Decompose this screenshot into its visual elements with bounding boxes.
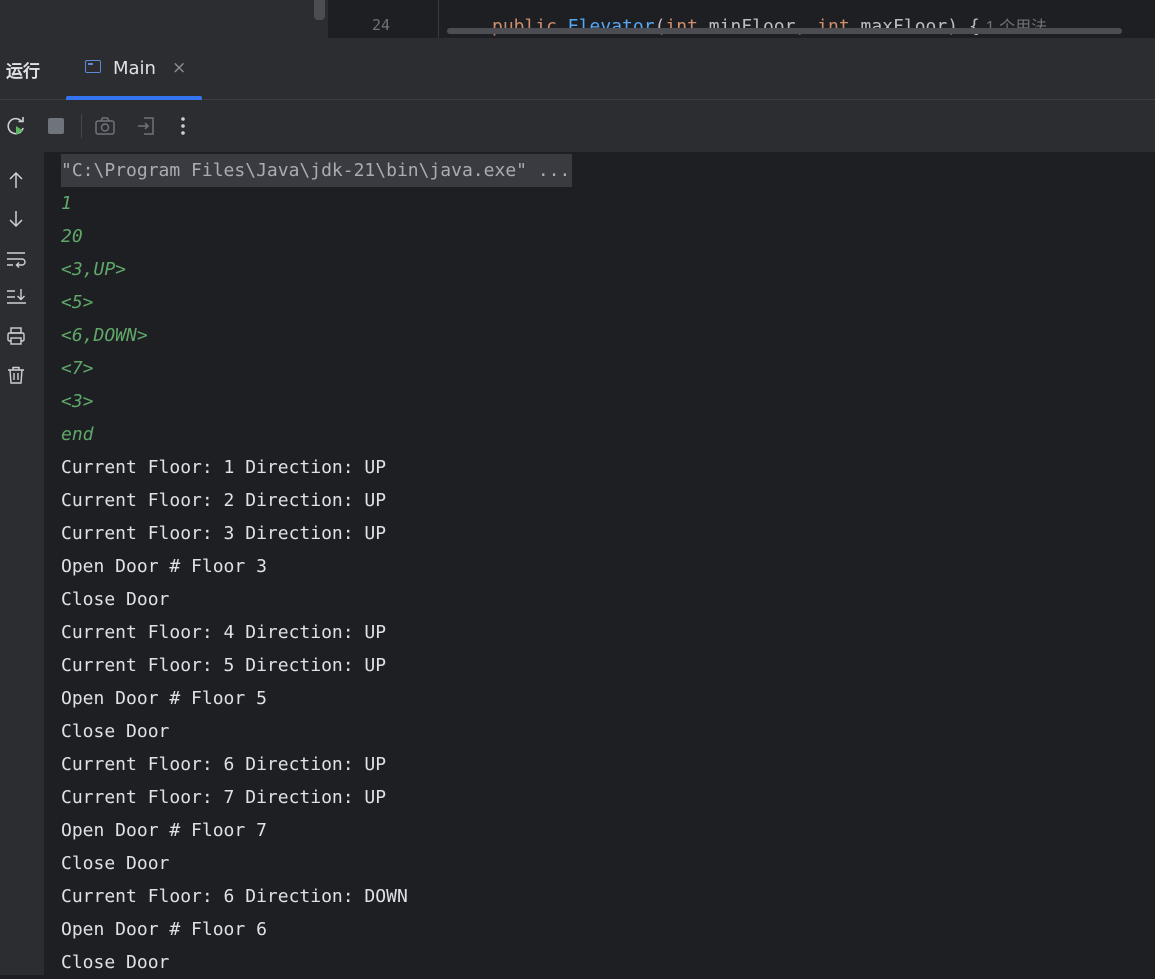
arrow-down-icon [9,211,23,228]
scroll-up-button[interactable] [3,167,29,193]
console-input-line: <3> [61,391,94,412]
console-output-line: Current Floor: 2 Direction: UP [61,490,387,511]
console-input-line: <3,UP> [61,259,127,280]
console-output-line: Close Door [61,589,170,610]
console-input-line: <7> [61,358,94,379]
more-button[interactable] [170,113,196,139]
soft-wrap-button[interactable] [3,246,29,272]
console-side-toolbar [0,152,44,975]
console-output-line: Current Floor: 3 Direction: UP [61,523,387,544]
stop-button[interactable] [43,113,69,139]
console-output-line: Close Door [61,952,170,973]
print-button[interactable] [3,323,29,349]
console-output-line: Open Door # Floor 7 [61,820,267,841]
trash-icon [8,366,24,384]
project-pane [0,0,328,38]
console-output[interactable]: "C:\Program Files\Java\jdk-21\bin\java.e… [44,152,1155,975]
console-input-line: 1 [61,193,72,214]
soft-wrap-icon [7,252,26,268]
console-output-line: Close Door [61,721,170,742]
more-icon [181,117,185,135]
console-input-line: <5> [61,292,94,313]
command-line[interactable]: "C:\Program Files\Java\jdk-21\bin\java.e… [61,154,573,187]
close-icon[interactable]: × [172,58,186,78]
console-input-line: end [61,424,94,445]
exit-icon [138,117,154,135]
camera-icon [95,117,115,135]
scroll-to-end-icon [7,289,26,304]
screenshot-button[interactable] [92,113,118,139]
console-output-line: Close Door [61,853,170,874]
rerun-icon [7,117,24,135]
arrow-up-icon [9,171,23,188]
stop-icon [48,118,64,134]
line-number: 24 [371,16,390,34]
console-output-line: Open Door # Floor 6 [61,919,267,940]
editor-strip: 24 public Elevator(int minFloor, int max… [0,0,1155,38]
run-toolbar [0,100,1155,152]
exit-button[interactable] [133,113,159,139]
console-output-line: Open Door # Floor 3 [61,556,267,577]
console-output-line: Current Floor: 7 Direction: UP [61,787,387,808]
toolbar-separator [81,114,82,138]
clear-button[interactable] [3,362,29,388]
tab-label: Main [113,58,156,79]
editor-horizontal-scrollbar[interactable] [447,28,1122,34]
application-icon [85,60,101,73]
rerun-button[interactable] [3,113,29,139]
run-panel-header: 运行 Main × [0,38,1155,100]
console-output-line: Current Floor: 4 Direction: UP [61,622,387,643]
gutter-divider [438,0,439,38]
run-panel-title: 运行 [6,62,40,82]
print-icon [7,327,25,345]
scroll-to-end-button[interactable] [3,284,29,310]
console-output-line: Current Floor: 5 Direction: UP [61,655,387,676]
console-input-line: 20 [61,226,83,247]
console-output-line: Current Floor: 1 Direction: UP [61,457,387,478]
console-output-line: Current Floor: 6 Direction: UP [61,754,387,775]
tab-main[interactable]: Main × [66,38,202,100]
console-input-line: <6,DOWN> [61,325,148,346]
scroll-down-button[interactable] [3,206,29,232]
console-output-line: Open Door # Floor 5 [61,688,267,709]
project-scrollbar[interactable] [314,0,325,20]
console-output-line: Current Floor: 6 Direction: DOWN [61,886,408,907]
